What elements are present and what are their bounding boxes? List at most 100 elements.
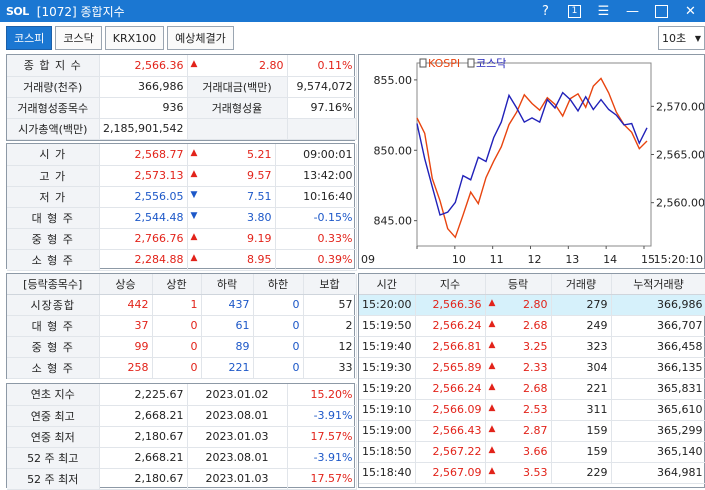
ohlc-change: ▲ 5.21 bbox=[187, 144, 276, 166]
market-tabs: 코스피 코스닥 KRX100 예상체결가 bbox=[6, 26, 234, 50]
ohlc-value: 2,544.48 bbox=[99, 207, 188, 229]
tick-change: ▲ 2.68 bbox=[485, 378, 552, 400]
interval-select[interactable]: 10초 ▼ bbox=[658, 26, 705, 50]
link-number-button[interactable]: 1 bbox=[560, 0, 589, 22]
tick-cum-volume: 365,610 bbox=[611, 399, 705, 421]
yearly-label: 연초 지수 bbox=[7, 384, 100, 406]
legend-kosdaq-icon bbox=[467, 58, 475, 68]
yearly-rate: -3.91% bbox=[287, 405, 357, 427]
close-button[interactable]: ✕ bbox=[676, 0, 705, 22]
tick-time: 15:19:30 bbox=[359, 357, 416, 379]
ohlc-row: 대 형 주 2,544.48 ▼ 3.80 -0.15% bbox=[7, 207, 357, 229]
menu-icon: ☰ bbox=[597, 3, 610, 19]
title-bar: SOL [1072] 종합지수 ? 1 ☰ — ✕ bbox=[0, 0, 705, 22]
ohlc-change: ▲ 8.95 bbox=[187, 249, 276, 271]
tick-row[interactable]: 15:19:30 2,565.89 ▲ 2.33 304 366,135 bbox=[359, 357, 705, 379]
tick-panel: 시간 지수 등락 거래량 누적거래량 15:20:00 2,566.36 ▲ 2.80 279 36… bbox=[358, 273, 705, 488]
ohlc-row: 소 형 주 2,284.88 ▲ 8.95 0.39% bbox=[7, 249, 357, 271]
breadth-label: 대 형 주 bbox=[7, 315, 100, 337]
formed-rate-value: 97.16% bbox=[287, 97, 357, 119]
ohlc-extra: 0.33% bbox=[275, 228, 357, 250]
breadth-header-cell: 하한 bbox=[253, 274, 304, 295]
x-axis-label: 13 bbox=[565, 253, 579, 266]
index-change: ▲ 2.80 bbox=[187, 55, 288, 77]
down-triangle-icon: ▼ bbox=[190, 190, 198, 200]
tick-row[interactable]: 15:19:40 2,566.81 ▲ 3.25 323 366,458 bbox=[359, 336, 705, 358]
yearly-row: 연초 지수 2,225.67 2023.01.02 15.20% bbox=[7, 384, 357, 406]
menu-button[interactable]: ☰ bbox=[589, 0, 618, 22]
legend-kospi: KOSPI bbox=[428, 57, 460, 70]
tick-row[interactable]: 15:19:00 2,566.43 ▲ 2.87 159 365,299 bbox=[359, 420, 705, 442]
up-triangle-icon: ▲ bbox=[488, 466, 496, 476]
tick-volume: 279 bbox=[551, 294, 612, 316]
yearly-label: 연중 최고 bbox=[7, 405, 100, 427]
ohlc-label: 중 형 주 bbox=[7, 228, 100, 250]
yearly-date: 2023.08.01 bbox=[187, 405, 288, 427]
tab-krx100[interactable]: KRX100 bbox=[104, 26, 165, 50]
minimize-button[interactable]: — bbox=[618, 0, 647, 22]
yearly-value: 2,668.21 bbox=[99, 447, 188, 469]
left-axis-label: 845.00 bbox=[374, 215, 413, 228]
tick-header-cell: 시간 bbox=[359, 274, 416, 295]
down-triangle-icon: ▼ bbox=[190, 211, 198, 221]
ohlc-change: ▼ 3.80 bbox=[187, 207, 276, 229]
up-triangle-icon: ▲ bbox=[488, 424, 496, 434]
tick-row[interactable]: 15:19:10 2,566.09 ▲ 2.53 311 365,610 bbox=[359, 399, 705, 421]
breadth-header-cell: 보합 bbox=[303, 274, 357, 295]
up-triangle-icon: ▲ bbox=[488, 340, 496, 350]
up-triangle-icon: ▲ bbox=[190, 232, 198, 242]
x-axis-label: 10 bbox=[452, 253, 466, 266]
breadth-row: 시장종합 442 1 437 0 57 bbox=[7, 294, 357, 316]
tick-index: 2,565.89 bbox=[415, 357, 486, 379]
ohlc-change: ▲ 9.19 bbox=[187, 228, 276, 250]
help-button[interactable]: ? bbox=[531, 0, 560, 22]
tick-row[interactable]: 15:19:50 2,566.24 ▲ 2.68 249 366,707 bbox=[359, 315, 705, 337]
yearly-value: 2,225.67 bbox=[99, 384, 188, 406]
window-title: [1072] 종합지수 bbox=[36, 4, 125, 19]
yearly-date: 2023.01.03 bbox=[187, 468, 288, 490]
breadth-down: 61 bbox=[201, 315, 254, 337]
tick-cum-volume: 366,986 bbox=[611, 294, 705, 316]
up-triangle-icon: ▲ bbox=[488, 361, 496, 371]
ohlc-value: 2,573.13 bbox=[99, 165, 188, 187]
tick-row[interactable]: 15:18:50 2,567.22 ▲ 3.66 159 365,140 bbox=[359, 441, 705, 463]
tab-kosdaq[interactable]: 코스닥 bbox=[55, 26, 102, 50]
yearly-date: 2023.01.03 bbox=[187, 426, 288, 448]
minimize-icon: — bbox=[626, 3, 639, 19]
tab-expected-price[interactable]: 예상체결가 bbox=[167, 26, 234, 50]
ohlc-change: ▼ 7.51 bbox=[187, 186, 276, 208]
chart-svg: 855.00 850.00 845.00 2,570.00 2,565.00 2,560.… bbox=[361, 57, 705, 266]
tick-row[interactable]: 15:19:20 2,566.24 ▲ 2.68 221 365,831 bbox=[359, 378, 705, 400]
yearly-date: 2023.01.02 bbox=[187, 384, 288, 406]
breadth-panel: [등락종목수] 상승 상한 하락 하한 보합 시장종합 442 1 437 0 57 대 형 주 37 0 6… bbox=[6, 273, 357, 379]
tick-row[interactable]: 15:18:40 2,567.09 ▲ 3.53 229 364,981 bbox=[359, 462, 705, 484]
tick-cum-volume: 366,135 bbox=[611, 357, 705, 379]
right-axis-label: 2,570.00 bbox=[656, 100, 704, 113]
breadth-header-cell: 하락 bbox=[201, 274, 254, 295]
maximize-button[interactable] bbox=[647, 0, 676, 22]
ohlc-extra: 0.39% bbox=[275, 249, 357, 271]
breadth-upper: 0 bbox=[152, 315, 202, 337]
formed-count-label: 거래형성종목수 bbox=[7, 97, 100, 119]
yearly-rate: 15.20% bbox=[287, 384, 357, 406]
tick-index: 2,567.22 bbox=[415, 441, 486, 463]
breadth-flat: 57 bbox=[303, 294, 357, 316]
close-icon: ✕ bbox=[685, 3, 696, 19]
up-triangle-icon: ▲ bbox=[488, 382, 496, 392]
volume-label: 거래량(천주) bbox=[7, 76, 100, 98]
tick-row[interactable]: 15:20:00 2,566.36 ▲ 2.80 279 366,986 bbox=[359, 294, 705, 316]
tick-time: 15:19:20 bbox=[359, 378, 416, 400]
breadth-lower: 0 bbox=[253, 336, 304, 358]
yearly-row: 연중 최고 2,668.21 2023.08.01 -3.91% bbox=[7, 405, 357, 427]
tick-volume: 229 bbox=[551, 462, 612, 484]
yearly-rate: -3.91% bbox=[287, 447, 357, 469]
tick-time: 15:19:10 bbox=[359, 399, 416, 421]
left-axis-label: 850.00 bbox=[374, 144, 413, 157]
x-axis-label: 09 bbox=[361, 253, 375, 266]
ohlc-row: 고 가 2,573.13 ▲ 9.57 13:42:00 bbox=[7, 165, 357, 187]
tick-time: 15:18:50 bbox=[359, 441, 416, 463]
tick-cum-volume: 366,707 bbox=[611, 315, 705, 337]
breadth-flat: 12 bbox=[303, 336, 357, 358]
link-number-icon: 1 bbox=[568, 4, 581, 18]
tab-kospi[interactable]: 코스피 bbox=[6, 26, 53, 50]
